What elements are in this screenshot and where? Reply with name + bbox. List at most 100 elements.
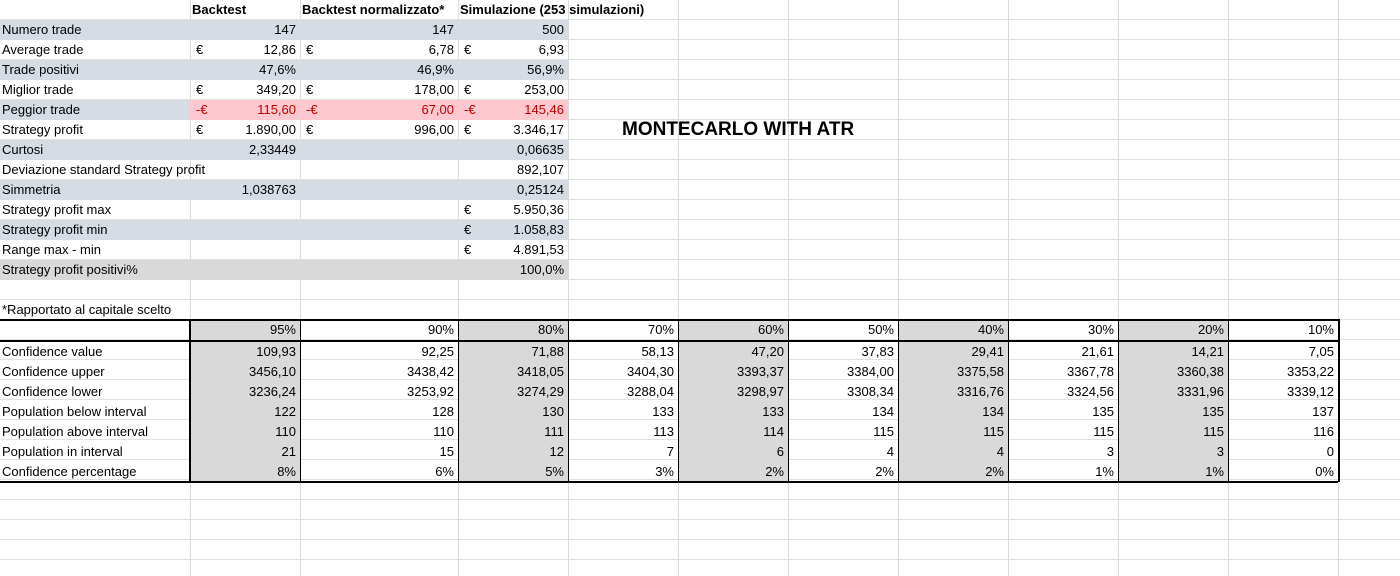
confidence-value[interactable]: 109,93 [190, 342, 298, 362]
confidence-value[interactable]: 3456,10 [190, 362, 298, 382]
confidence-value[interactable]: 4 [898, 442, 1006, 462]
stat-value[interactable]: 115,60 [190, 100, 298, 120]
confidence-level[interactable]: 95% [190, 320, 298, 340]
stat-label[interactable]: Simmetria [0, 180, 63, 200]
confidence-level[interactable]: 20% [1118, 320, 1226, 340]
stat-value[interactable]: 178,00 [300, 80, 456, 100]
stat-value[interactable]: 2,33449 [190, 140, 298, 160]
confidence-value[interactable]: 135 [1008, 402, 1116, 422]
confidence-value[interactable]: 21,61 [1008, 342, 1116, 362]
confidence-value[interactable]: 15 [300, 442, 456, 462]
confidence-value[interactable]: 134 [788, 402, 896, 422]
confidence-value[interactable]: 29,41 [898, 342, 1006, 362]
confidence-value[interactable]: 5% [458, 462, 566, 482]
confidence-value[interactable]: 3253,92 [300, 382, 456, 402]
stat-value[interactable]: 500 [458, 20, 566, 40]
stat-value[interactable]: 1,038763 [190, 180, 298, 200]
footnote[interactable]: *Rapportato al capitale scelto [0, 300, 173, 320]
confidence-row-label[interactable]: Population above interval [0, 422, 150, 442]
confidence-value[interactable]: 135 [1118, 402, 1226, 422]
confidence-level[interactable]: 60% [678, 320, 786, 340]
stat-value[interactable]: 0,25124 [458, 180, 566, 200]
stat-value[interactable]: 147 [300, 20, 456, 40]
confidence-value[interactable]: 12 [458, 442, 566, 462]
stat-value[interactable]: 1.058,83 [458, 220, 566, 240]
confidence-value[interactable]: 115 [1008, 422, 1116, 442]
confidence-value[interactable]: 3 [1118, 442, 1226, 462]
confidence-value[interactable]: 113 [568, 422, 676, 442]
confidence-value[interactable]: 3367,78 [1008, 362, 1116, 382]
confidence-row-label[interactable]: Confidence percentage [0, 462, 138, 482]
confidence-level[interactable]: 70% [568, 320, 676, 340]
confidence-value[interactable]: 8% [190, 462, 298, 482]
confidence-value[interactable]: 37,83 [788, 342, 896, 362]
confidence-value[interactable]: 0% [1228, 462, 1336, 482]
confidence-value[interactable]: 3288,04 [568, 382, 676, 402]
confidence-level[interactable]: 30% [1008, 320, 1116, 340]
confidence-value[interactable]: 3236,24 [190, 382, 298, 402]
confidence-value[interactable]: 0 [1228, 442, 1336, 462]
stat-label[interactable]: Range max - min [0, 240, 103, 260]
confidence-value[interactable]: 3418,05 [458, 362, 566, 382]
header-simulation[interactable]: Simulazione (253 simulazioni) [458, 0, 646, 20]
header-backtest_norm[interactable]: Backtest normalizzato* [300, 0, 446, 20]
stat-label[interactable]: Numero trade [0, 20, 83, 40]
confidence-value[interactable]: 6 [678, 442, 786, 462]
stat-value[interactable]: 996,00 [300, 120, 456, 140]
stat-value[interactable]: 0,06635 [458, 140, 566, 160]
confidence-value[interactable]: 3360,38 [1118, 362, 1226, 382]
confidence-value[interactable]: 2% [788, 462, 896, 482]
stat-value[interactable]: 56,9% [458, 60, 566, 80]
confidence-row-label[interactable]: Confidence upper [0, 362, 107, 382]
confidence-value[interactable]: 122 [190, 402, 298, 422]
confidence-value[interactable]: 130 [458, 402, 566, 422]
confidence-value[interactable]: 3316,76 [898, 382, 1006, 402]
confidence-value[interactable]: 47,20 [678, 342, 786, 362]
stat-value[interactable]: 1.890,00 [190, 120, 298, 140]
confidence-value[interactable]: 110 [300, 422, 456, 442]
stat-value[interactable]: 349,20 [190, 80, 298, 100]
confidence-value[interactable]: 3375,58 [898, 362, 1006, 382]
stat-value[interactable]: 6,93 [458, 40, 566, 60]
confidence-row-label[interactable]: Confidence value [0, 342, 104, 362]
stat-value[interactable]: 892,107 [458, 160, 566, 180]
confidence-value[interactable]: 2% [678, 462, 786, 482]
confidence-value[interactable]: 115 [1118, 422, 1226, 442]
stat-value[interactable]: 253,00 [458, 80, 566, 100]
stat-label[interactable]: Miglior trade [0, 80, 76, 100]
stat-label[interactable]: Strategy profit min [0, 220, 110, 240]
confidence-row-label[interactable]: Confidence lower [0, 382, 104, 402]
stat-label[interactable]: Strategy profit max [0, 200, 113, 220]
confidence-level[interactable]: 80% [458, 320, 566, 340]
stat-value[interactable]: 100,0% [458, 260, 566, 280]
confidence-value[interactable]: 3404,30 [568, 362, 676, 382]
stat-value[interactable]: 12,86 [190, 40, 298, 60]
confidence-value[interactable]: 4 [788, 442, 896, 462]
stat-label[interactable]: Strategy profit [0, 120, 85, 140]
stat-label[interactable]: Trade positivi [0, 60, 81, 80]
stat-label[interactable]: Strategy profit positivi% [0, 260, 140, 280]
confidence-value[interactable]: 116 [1228, 422, 1336, 442]
confidence-level[interactable]: 50% [788, 320, 896, 340]
stat-value[interactable]: 6,78 [300, 40, 456, 60]
confidence-value[interactable]: 3438,42 [300, 362, 456, 382]
confidence-level[interactable]: 10% [1228, 320, 1336, 340]
confidence-value[interactable]: 92,25 [300, 342, 456, 362]
confidence-value[interactable]: 3274,29 [458, 382, 566, 402]
confidence-value[interactable]: 1% [1008, 462, 1116, 482]
confidence-value[interactable]: 58,13 [568, 342, 676, 362]
header-backtest[interactable]: Backtest [190, 0, 248, 20]
confidence-value[interactable]: 71,88 [458, 342, 566, 362]
stat-value[interactable]: 67,00 [300, 100, 456, 120]
confidence-value[interactable]: 7,05 [1228, 342, 1336, 362]
confidence-value[interactable]: 3331,96 [1118, 382, 1226, 402]
confidence-value[interactable]: 3384,00 [788, 362, 896, 382]
stat-value[interactable]: 3.346,17 [458, 120, 566, 140]
confidence-value[interactable]: 6% [300, 462, 456, 482]
confidence-value[interactable]: 115 [788, 422, 896, 442]
confidence-value[interactable]: 21 [190, 442, 298, 462]
confidence-value[interactable]: 3339,12 [1228, 382, 1336, 402]
confidence-value[interactable]: 137 [1228, 402, 1336, 422]
confidence-value[interactable]: 3 [1008, 442, 1116, 462]
confidence-value[interactable]: 128 [300, 402, 456, 422]
